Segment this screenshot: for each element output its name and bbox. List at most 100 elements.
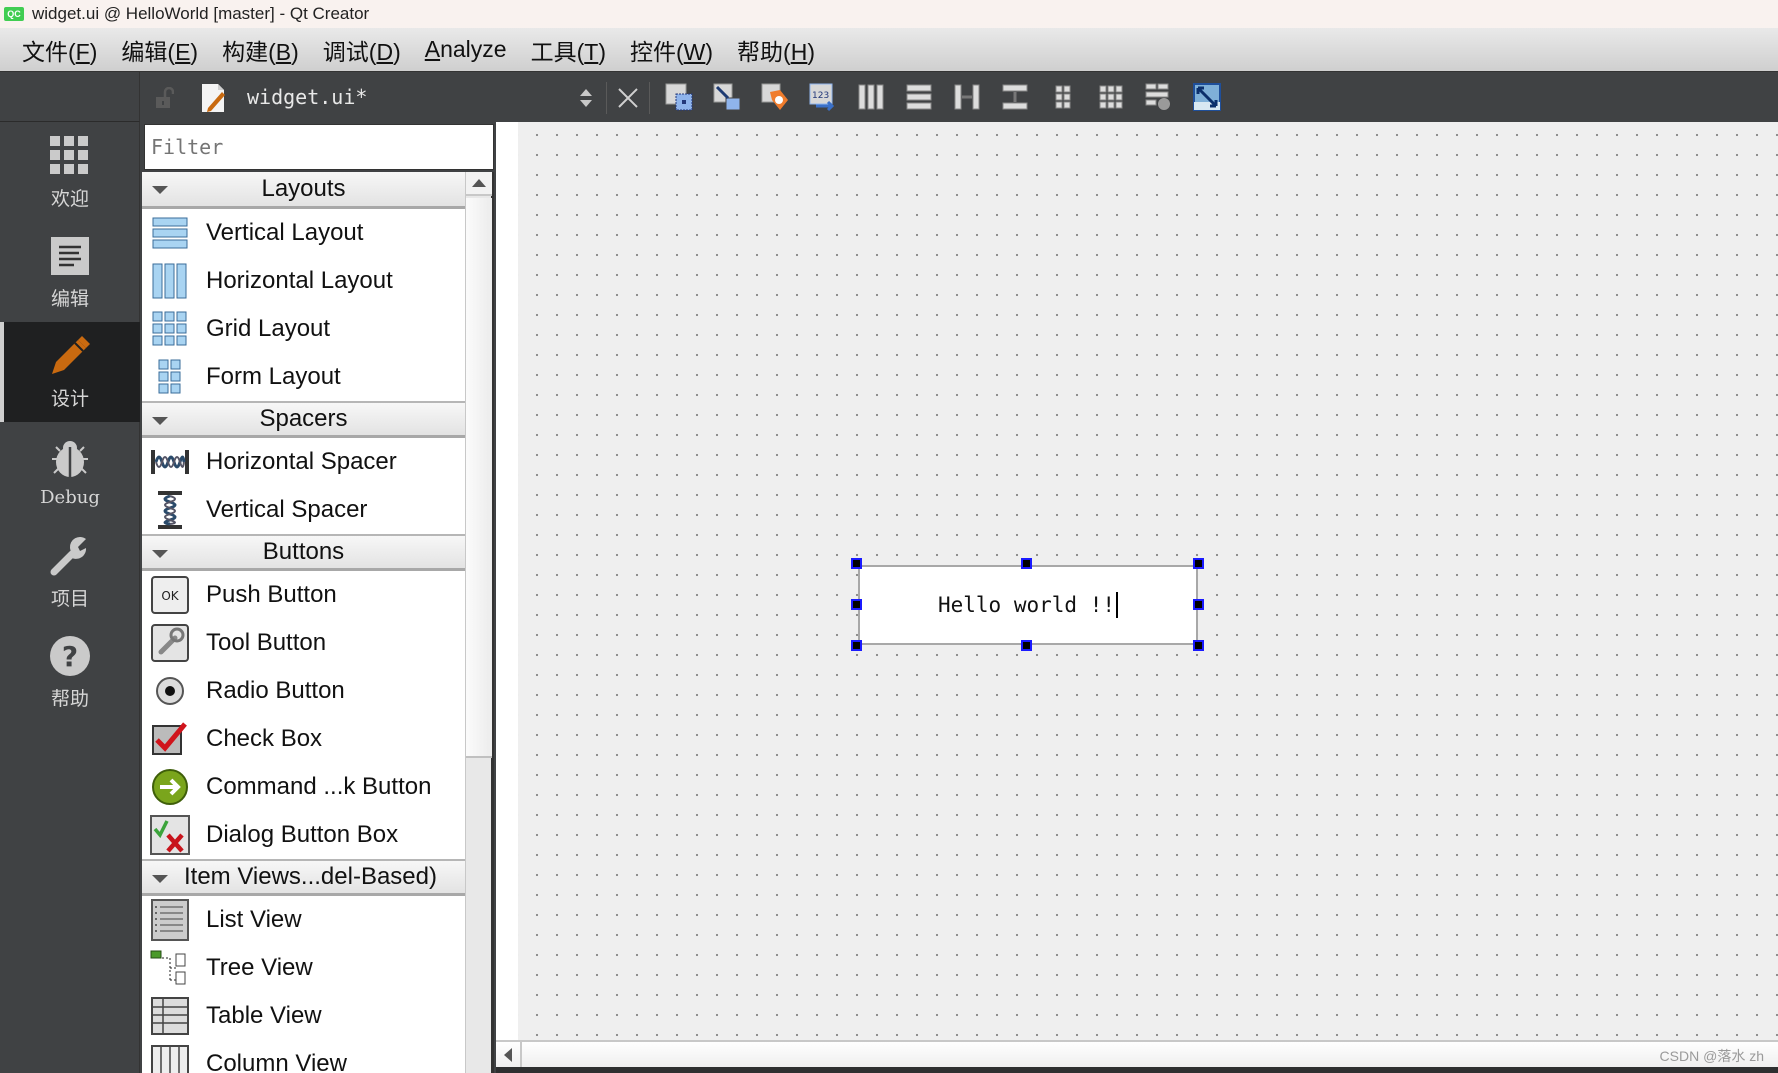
- widget-item-check-box[interactable]: Check Box: [142, 715, 465, 763]
- menu-analyze[interactable]: Analyze: [413, 36, 519, 63]
- widget-item-vertical-layout[interactable]: Vertical Layout: [142, 209, 465, 257]
- menu-edit[interactable]: 编辑(E): [109, 33, 210, 67]
- menu-widgets[interactable]: 控件(W): [618, 33, 725, 67]
- vertical-layout-icon: [152, 217, 188, 249]
- label-text[interactable]: Hello world !!: [938, 593, 1115, 617]
- widget-item-horizontal-spacer[interactable]: Horizontal Spacer: [142, 438, 465, 486]
- dialog-button-box-icon: [150, 815, 190, 855]
- edit-widgets-icon: [665, 83, 693, 111]
- scroll-up-button[interactable]: [466, 172, 492, 196]
- mode-label: 设计: [50, 387, 89, 410]
- resize-handle-top-left[interactable]: [851, 558, 862, 569]
- widget-item-form-layout[interactable]: Form Layout: [142, 353, 465, 401]
- menu-build[interactable]: 构建(B): [210, 33, 311, 67]
- lay-out-horizontal-splitter-icon: [954, 84, 980, 110]
- mode-edit[interactable]: 编辑: [0, 222, 140, 322]
- category-item-views[interactable]: Item Views...del-Based): [142, 859, 465, 896]
- menu-bar: 文件(F) 编辑(E) 构建(B) 调试(D) Analyze 工具(T) 控件…: [0, 28, 1778, 72]
- adjust-size-icon: [1193, 83, 1221, 111]
- widget-item-push-button[interactable]: OK Push Button: [142, 571, 465, 619]
- mode-label: 帮助: [50, 687, 89, 710]
- window-title: widget.ui @ HelloWorld [master] - Qt Cre…: [32, 4, 370, 23]
- qt-creator-logo-icon: QC: [4, 7, 24, 21]
- projects-wrench-icon: [50, 536, 87, 575]
- edit-tab-order-button[interactable]: 123: [806, 80, 840, 114]
- widget-box-panel: Layouts Vertical Layout Horizontal Layou…: [142, 122, 494, 1073]
- widget-item-horizontal-layout[interactable]: Horizontal Layout: [142, 257, 465, 305]
- break-layout-button[interactable]: [1142, 80, 1176, 114]
- welcome-grid-icon: [50, 135, 88, 174]
- command-link-button-icon: [152, 769, 188, 805]
- widget-item-command-link-button[interactable]: Command ...k Button: [142, 763, 465, 811]
- grid-layout-icon: [152, 311, 187, 346]
- menu-debug[interactable]: 调试(D): [311, 33, 413, 67]
- horizontal-layout-icon: [152, 263, 187, 299]
- edit-buddies-icon: [761, 83, 788, 110]
- close-document-icon[interactable]: [616, 86, 640, 110]
- scroll-left-button[interactable]: [496, 1042, 522, 1067]
- lay-out-vertical-splitter-button[interactable]: [998, 80, 1032, 114]
- mode-label: 项目: [50, 587, 89, 610]
- adjust-size-button[interactable]: [1190, 80, 1224, 114]
- lay-out-horizontally-button[interactable]: [854, 80, 888, 114]
- lay-out-horizontal-splitter-button[interactable]: [950, 80, 984, 114]
- scroll-left-arrow-icon: [504, 1047, 512, 1062]
- document-edit-icon: [202, 84, 225, 112]
- category-buttons[interactable]: Buttons: [142, 534, 465, 571]
- current-file-name[interactable]: widget.ui*: [247, 85, 367, 109]
- category-layouts[interactable]: Layouts: [142, 172, 465, 209]
- watermark-text: CSDN @落水 zh: [1659, 1048, 1764, 1064]
- lay-out-form-button[interactable]: [1046, 80, 1080, 114]
- text-cursor: [1116, 592, 1118, 618]
- svg-text:123: 123: [812, 91, 829, 101]
- mode-debug[interactable]: Debug: [0, 422, 140, 522]
- widget-item-tool-button[interactable]: Tool Button: [142, 619, 465, 667]
- resize-handle-left[interactable]: [851, 599, 862, 610]
- widget-item-table-view[interactable]: Table View: [142, 992, 465, 1040]
- menu-tools[interactable]: 工具(T): [519, 33, 618, 67]
- resize-handle-bottom[interactable]: [1021, 640, 1032, 651]
- lay-out-vertically-icon: [906, 84, 932, 110]
- widget-item-list-view[interactable]: List View: [142, 896, 465, 944]
- widget-list-vertical-scrollbar[interactable]: [465, 172, 494, 1073]
- mode-projects[interactable]: 项目: [0, 522, 140, 622]
- lay-out-grid-button[interactable]: [1094, 80, 1128, 114]
- widget-item-grid-layout[interactable]: Grid Layout: [142, 305, 465, 353]
- resize-handle-bottom-left[interactable]: [851, 640, 862, 651]
- resize-handle-right[interactable]: [1193, 599, 1204, 610]
- edit-widgets-button[interactable]: [662, 80, 696, 114]
- resize-handle-top[interactable]: [1021, 558, 1032, 569]
- widget-item-radio-button[interactable]: Radio Button: [142, 667, 465, 715]
- mode-help[interactable]: ? 帮助: [0, 622, 140, 722]
- open-documents-updown-icon[interactable]: [578, 86, 594, 110]
- unlocked-icon[interactable]: [154, 87, 174, 109]
- lay-out-grid-icon: [1099, 85, 1123, 109]
- menu-file[interactable]: 文件(F): [10, 33, 109, 67]
- widget-item-tree-view[interactable]: Tree View: [142, 944, 465, 992]
- edit-signals-slots-button[interactable]: [710, 80, 744, 114]
- edit-buddies-button[interactable]: [758, 80, 792, 114]
- mode-design[interactable]: 设计: [0, 322, 140, 422]
- resize-handle-bottom-right[interactable]: [1193, 640, 1204, 651]
- category-spacers[interactable]: Spacers: [142, 401, 465, 438]
- radio-button-icon: [156, 677, 184, 705]
- mode-welcome[interactable]: 欢迎: [0, 122, 140, 222]
- menu-help[interactable]: 帮助(H): [725, 33, 827, 67]
- resize-handle-top-right[interactable]: [1193, 558, 1204, 569]
- mode-label: 编辑: [50, 287, 89, 310]
- widget-item-vertical-spacer[interactable]: Vertical Spacer: [142, 486, 465, 534]
- debug-bug-icon: [52, 440, 88, 477]
- svg-text:?: ?: [62, 640, 78, 673]
- lay-out-vertically-button[interactable]: [902, 80, 936, 114]
- edit-signals-slots-icon: [713, 83, 741, 111]
- form-horizontal-scrollbar[interactable]: CSDN @落水 zh: [496, 1040, 1778, 1067]
- mode-label: Debug: [40, 486, 100, 508]
- editor-toolbar: widget.ui* 123: [0, 72, 1778, 122]
- push-button-icon: OK: [151, 576, 189, 614]
- widget-item-dialog-button-box[interactable]: Dialog Button Box: [142, 811, 465, 859]
- mode-sidebar: 欢迎 编辑 设计 Debug 项目 ? 帮助: [0, 122, 140, 1073]
- widget-item-column-view[interactable]: Column View: [142, 1040, 465, 1073]
- hello-world-label[interactable]: Hello world !!: [858, 565, 1198, 645]
- widget-filter-input[interactable]: [144, 124, 494, 170]
- scrollbar-thumb[interactable]: [466, 198, 492, 758]
